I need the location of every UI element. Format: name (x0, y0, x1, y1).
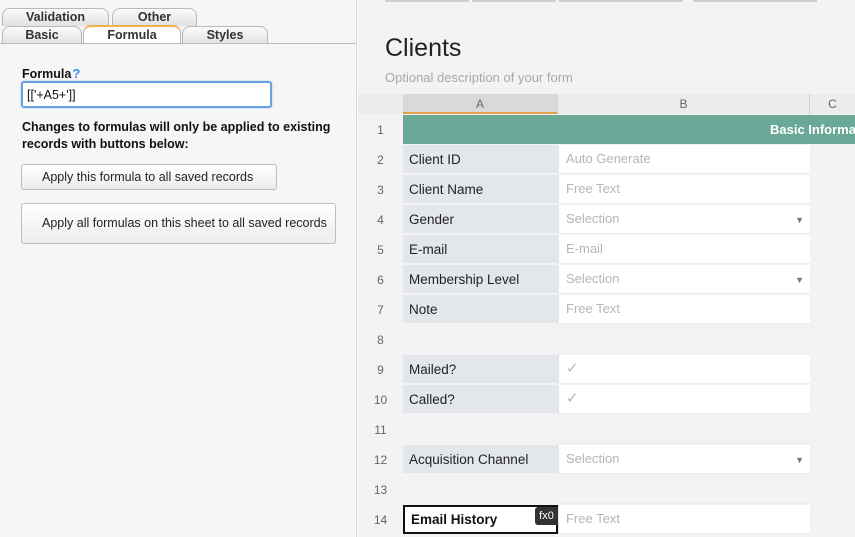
row-number[interactable]: 7 (358, 295, 403, 325)
value-cell[interactable]: Selection ▼ (558, 205, 810, 234)
value-cell[interactable] (558, 415, 810, 444)
form-title[interactable]: Clients (385, 34, 461, 63)
properties-panel: Validation Other Basic Formula Styles Fo… (0, 0, 357, 537)
row-number[interactable]: 14 (358, 505, 403, 535)
value-cell[interactable] (558, 475, 810, 504)
help-icon[interactable]: ? (72, 66, 80, 81)
checkmark-icon: ✓ (566, 360, 579, 377)
formula-label: Formula? (22, 66, 80, 81)
label-cell[interactable] (403, 475, 558, 504)
form-description[interactable]: Optional description of your form (385, 70, 573, 85)
row-number[interactable]: 9 (358, 355, 403, 385)
dropdown-caret-icon[interactable]: ▼ (795, 455, 804, 465)
column-header-b[interactable]: B (558, 94, 810, 114)
checkmark-icon: ✓ (566, 390, 579, 407)
label-cell[interactable]: E-mail (403, 235, 558, 264)
label-cell[interactable]: Membership Level (403, 265, 558, 294)
tab-formula[interactable]: Formula (83, 25, 181, 44)
label-cell[interactable]: Acquisition Channel (403, 445, 558, 474)
value-cell[interactable] (558, 325, 810, 354)
column-header-a[interactable]: A (403, 94, 558, 114)
row-number[interactable]: 5 (358, 235, 403, 265)
row-number[interactable]: 11 (358, 415, 403, 445)
sheet-tab-stub (559, 0, 683, 2)
tab-other[interactable]: Other (112, 8, 197, 26)
row-number[interactable]: 8 (358, 325, 403, 355)
value-placeholder: Free Text (566, 301, 620, 316)
row-number[interactable]: 10 (358, 385, 403, 415)
row-number[interactable]: 6 (358, 265, 403, 295)
value-cell[interactable]: Free Text (558, 505, 810, 534)
value-placeholder: Auto Generate (566, 151, 651, 166)
value-placeholder: E-mail (566, 241, 603, 256)
formula-badge: fx0 (535, 507, 558, 525)
formula-input[interactable] (21, 81, 272, 108)
label-cell[interactable]: Note (403, 295, 558, 324)
tab-validation[interactable]: Validation (2, 8, 109, 26)
formula-apply-note: Changes to formulas will only be applied… (22, 120, 331, 151)
value-placeholder: Selection (566, 211, 620, 226)
value-cell[interactable]: Free Text (558, 175, 810, 204)
label-cell[interactable] (403, 325, 558, 354)
label-cell[interactable]: Called? (403, 385, 558, 414)
value-cell[interactable]: Selection ▼ (558, 265, 810, 294)
row-number[interactable]: 4 (358, 205, 403, 235)
row-number[interactable]: 2 (358, 145, 403, 175)
row-number[interactable]: 13 (358, 475, 403, 505)
label-cell[interactable] (403, 415, 558, 444)
label-cell[interactable]: Client Name (403, 175, 558, 204)
label-cell[interactable]: Gender (403, 205, 558, 234)
column-header-c[interactable]: C (810, 94, 855, 114)
apply-formula-to-saved-records-button[interactable]: Apply this formula to all saved records (21, 164, 277, 190)
value-placeholder: Selection (566, 271, 620, 286)
sheet-tab-stub (385, 0, 469, 2)
value-cell[interactable]: ✓ (558, 355, 810, 384)
section-header-cell[interactable]: Basic Informa (403, 115, 855, 144)
value-placeholder: Free Text (566, 511, 620, 526)
sheet-tab-stub (472, 0, 556, 2)
apply-all-formulas-button[interactable]: Apply all formulas on this sheet to all … (21, 203, 336, 244)
value-placeholder: Free Text (566, 181, 620, 196)
value-cell[interactable]: Auto Generate (558, 145, 810, 174)
column-header-bar: A B C (358, 94, 855, 114)
dropdown-caret-icon[interactable]: ▼ (795, 215, 804, 225)
value-cell[interactable]: ✓ (558, 385, 810, 414)
label-cell[interactable]: Client ID (403, 145, 558, 174)
row-number[interactable]: 3 (358, 175, 403, 205)
sheet-tab-stub (693, 0, 817, 2)
value-cell[interactable]: E-mail (558, 235, 810, 264)
sheet-editor: Clients Optional description of your for… (358, 0, 855, 537)
row-number[interactable]: 12 (358, 445, 403, 475)
tab-strip-divider (0, 43, 356, 44)
label-cell[interactable]: Mailed? (403, 355, 558, 384)
tab-styles[interactable]: Styles (182, 26, 268, 44)
value-placeholder: Selection (566, 451, 620, 466)
value-cell[interactable]: Free Text (558, 295, 810, 324)
row-number[interactable]: 1 (358, 115, 403, 145)
section-header-text: Basic Informa (770, 122, 855, 137)
value-cell[interactable]: Selection ▼ (558, 445, 810, 474)
tab-basic[interactable]: Basic (2, 26, 82, 44)
formula-label-text: Formula (22, 67, 72, 81)
dropdown-caret-icon[interactable]: ▼ (795, 275, 804, 285)
